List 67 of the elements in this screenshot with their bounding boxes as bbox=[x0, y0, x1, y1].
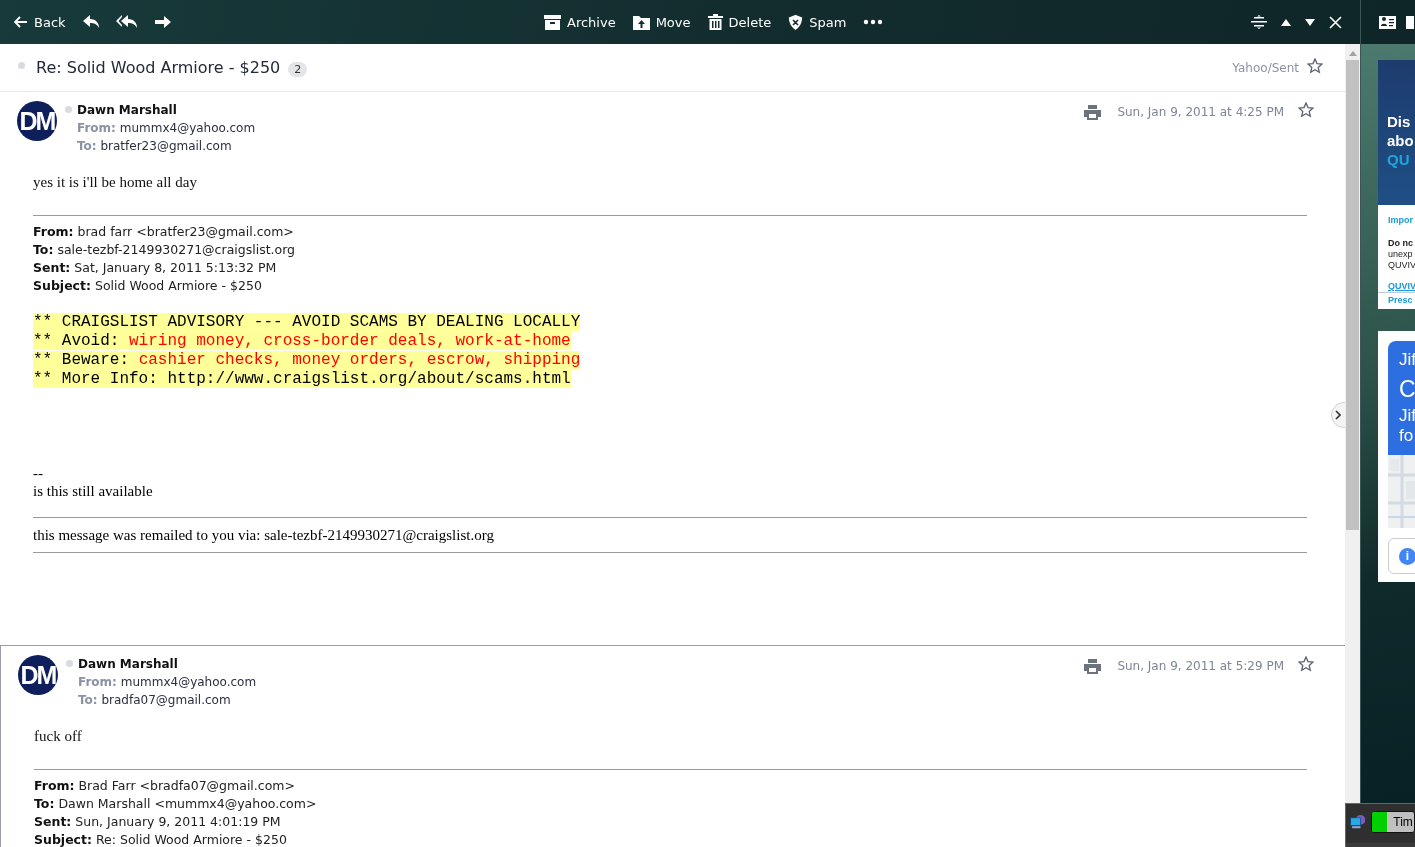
remail-notice: this message was remailed to you via: sale-tezbf-2149930271@craigslist.org bbox=[33, 526, 495, 545]
more-icon[interactable] bbox=[863, 19, 884, 25]
avatar: DM bbox=[17, 101, 57, 141]
message-count: 2 bbox=[288, 61, 308, 77]
quoted-text: -- bbox=[33, 464, 44, 482]
quoted-text: is this still available bbox=[33, 482, 154, 500]
reply-all-icon[interactable] bbox=[115, 14, 138, 30]
print-icon[interactable] bbox=[1084, 658, 1102, 674]
trash-icon bbox=[707, 14, 723, 30]
print-icon[interactable] bbox=[1084, 104, 1102, 120]
close-icon[interactable] bbox=[1329, 15, 1342, 29]
archive-button[interactable]: Archive bbox=[544, 14, 616, 30]
star-icon[interactable] bbox=[1307, 57, 1323, 74]
ad-text: unexp bbox=[1387, 249, 1414, 260]
quoted-header: Subject: Re: Solid Wood Armiore - $250 bbox=[34, 831, 288, 847]
delete-button[interactable]: Delete bbox=[707, 14, 772, 30]
back-button[interactable]: Back bbox=[14, 14, 66, 30]
ad-headline: QU bbox=[1387, 150, 1411, 169]
to-line: To: bradfa07@gmail.com bbox=[78, 692, 232, 709]
spam-button[interactable]: Spam bbox=[788, 13, 847, 31]
status-dot bbox=[65, 106, 72, 113]
from-line: From: mummx4@yahoo.com bbox=[78, 674, 257, 691]
ad-headline: Dis bbox=[1387, 112, 1412, 131]
collapse-icon[interactable] bbox=[1251, 15, 1267, 29]
from-line: From: mummx4@yahoo.com bbox=[77, 120, 256, 137]
quoted-header: Sent: Sat, January 8, 2011 5:13:32 PM bbox=[33, 259, 278, 277]
info-button[interactable]: i bbox=[1388, 538, 1415, 574]
status-dot bbox=[18, 62, 25, 69]
move-button[interactable]: Move bbox=[632, 14, 691, 30]
quoted-header: Sent: Sun, January 9, 2011 4:01:19 PM bbox=[34, 813, 282, 831]
message-date: Sun, Jan 9, 2011 at 5:29 PM bbox=[1117, 659, 1284, 673]
contact-card-icon[interactable] bbox=[1379, 15, 1396, 29]
shield-icon bbox=[788, 13, 804, 31]
ad-headline: C bbox=[1399, 375, 1415, 404]
scrollbar-thumb[interactable] bbox=[1346, 60, 1359, 530]
ad-headline: abo bbox=[1387, 131, 1415, 150]
archive-icon bbox=[544, 14, 561, 30]
status-dot bbox=[66, 660, 73, 667]
chevron-right-icon bbox=[1335, 410, 1341, 420]
reply-icon[interactable] bbox=[81, 14, 100, 30]
timer-label: Tim bbox=[1392, 815, 1413, 829]
to-line: To: bratfer23@gmail.com bbox=[77, 138, 233, 155]
thread-subject: Re: Solid Wood Armiore - $250 bbox=[36, 58, 281, 77]
quoted-header: From: Brad Farr <bradfa07@gmail.com> bbox=[34, 777, 296, 795]
quoted-header: To: Dawn Marshall <mummx4@yahoo.com> bbox=[34, 795, 318, 813]
message-body: fuck off bbox=[34, 728, 83, 745]
ad-footer: Presc bbox=[1378, 292, 1415, 309]
quoted-header: To: sale-tezbf-2149930271@craigslist.org bbox=[33, 241, 297, 259]
forward-arrow-icon[interactable] bbox=[153, 15, 172, 29]
up-arrow-icon[interactable] bbox=[1281, 18, 1291, 26]
sender-name: Dawn Marshall bbox=[78, 656, 179, 673]
message-body: yes it is i'll be home all day bbox=[33, 174, 198, 191]
down-arrow-icon[interactable] bbox=[1305, 18, 1315, 26]
message-date: Sun, Jan 9, 2011 at 4:25 PM bbox=[1117, 105, 1284, 119]
avatar: DM bbox=[18, 655, 58, 695]
panel-icon[interactable] bbox=[1406, 15, 1414, 29]
folder-arrow-icon bbox=[632, 14, 650, 30]
ad-text: fo bbox=[1399, 426, 1415, 446]
sender-name: Dawn Marshall bbox=[77, 102, 178, 119]
star-icon[interactable] bbox=[1298, 656, 1314, 672]
star-icon[interactable] bbox=[1298, 102, 1314, 118]
ad-text: Do nc bbox=[1387, 238, 1414, 249]
back-arrow-icon bbox=[14, 16, 28, 28]
ad-subtitle: Impor bbox=[1387, 214, 1414, 227]
folder-label: Yahoo/Sent bbox=[1232, 60, 1299, 75]
quoted-header: From: brad farr <bratfer23@gmail.com> bbox=[33, 223, 295, 241]
quoted-header: Subject: Solid Wood Armiore - $250 bbox=[33, 277, 263, 295]
